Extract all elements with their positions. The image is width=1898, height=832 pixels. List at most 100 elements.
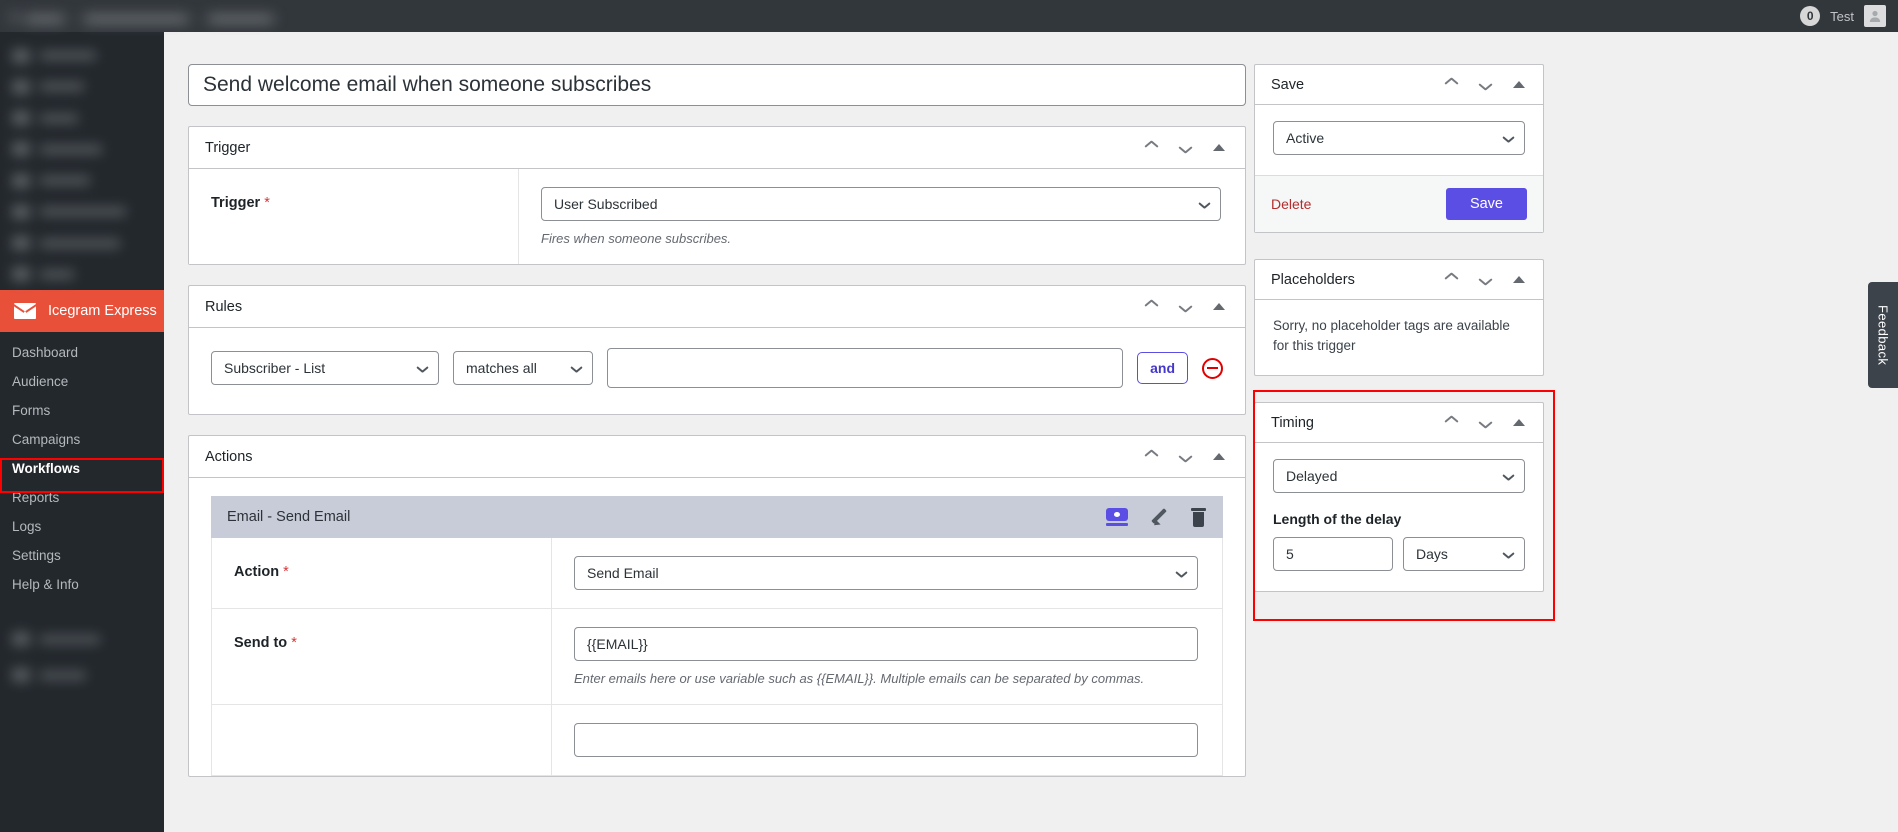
sidebar-item-help-info[interactable]: Help & Info bbox=[0, 570, 164, 599]
collapse-button[interactable] bbox=[1509, 270, 1529, 290]
chevron-down-icon bbox=[1479, 419, 1492, 427]
sidebar-item-logs[interactable]: Logs bbox=[0, 512, 164, 541]
rules-panel-header: Rules bbox=[189, 286, 1245, 328]
sidebar-brand-label: Icegram Express bbox=[48, 303, 157, 319]
screen-root: ● ▬▬▬ ▬▬▬▬▬▬▬▬ ▬▬▬▬▬ 0 Test Icegram Expr… bbox=[0, 0, 1898, 832]
collapse-triangle-icon bbox=[1513, 419, 1525, 427]
sidebar-brand-icegram-express[interactable]: Icegram Express bbox=[0, 290, 164, 332]
sidebar-ghost-item[interactable] bbox=[0, 71, 164, 102]
action-type-control: Send Email bbox=[552, 538, 1222, 608]
sidebar-ghost-item[interactable] bbox=[0, 165, 164, 196]
delay-unit-select[interactable]: Days bbox=[1403, 537, 1525, 572]
trigger-label-text: Trigger bbox=[211, 195, 261, 211]
admin-menu-blurred[interactable]: ▬▬▬▬▬ bbox=[208, 9, 273, 24]
admin-bar-username[interactable]: Test bbox=[1830, 9, 1854, 24]
actions-panel-controls bbox=[1141, 447, 1235, 467]
trigger-hint: Fires when someone subscribes. bbox=[541, 231, 732, 246]
sidebar-item-campaigns[interactable]: Campaigns bbox=[0, 425, 164, 454]
delete-workflow-link[interactable]: Delete bbox=[1271, 196, 1446, 212]
sidebar-item-reports[interactable]: Reports bbox=[0, 483, 164, 512]
collapse-button[interactable] bbox=[1209, 447, 1229, 467]
next-field-input[interactable] bbox=[574, 723, 1198, 757]
move-down-button[interactable] bbox=[1175, 447, 1195, 467]
move-up-button[interactable] bbox=[1141, 447, 1161, 467]
chevron-down-icon bbox=[1479, 276, 1492, 284]
action-type-select[interactable]: Send Email bbox=[574, 556, 1198, 590]
timing-panel-title: Timing bbox=[1271, 414, 1314, 431]
move-up-button[interactable] bbox=[1141, 138, 1161, 158]
sidebar-ghost-item[interactable] bbox=[0, 40, 164, 71]
trigger-select[interactable]: User Subscribed bbox=[541, 187, 1221, 221]
sidebar-menu: Dashboard Audience Forms Campaigns Workf… bbox=[0, 332, 164, 599]
move-down-button[interactable] bbox=[1475, 413, 1495, 433]
sidebar-ghost-item[interactable] bbox=[0, 621, 164, 657]
sidebar-item-dashboard[interactable]: Dashboard bbox=[0, 338, 164, 367]
move-up-button[interactable] bbox=[1441, 270, 1461, 290]
sidebar-ghost-item[interactable] bbox=[0, 134, 164, 165]
sidebar-ghost-item[interactable] bbox=[0, 196, 164, 227]
send-to-row: Send to * Enter emails here or use varia… bbox=[212, 609, 1222, 705]
save-button[interactable]: Save bbox=[1445, 188, 1527, 220]
sidebar-ghost-item[interactable] bbox=[0, 657, 164, 693]
chevron-down-icon bbox=[1179, 303, 1192, 311]
action-block-title: Email - Send Email bbox=[227, 509, 351, 525]
remove-circle-icon[interactable] bbox=[1202, 357, 1223, 379]
delay-amount-input[interactable] bbox=[1273, 537, 1393, 572]
workflow-side-column: Save Active Delete Save Placeholders Sor… bbox=[1254, 64, 1544, 618]
move-down-button[interactable] bbox=[1475, 75, 1495, 95]
eye-preview-icon[interactable] bbox=[1106, 508, 1128, 526]
placeholders-panel-controls bbox=[1441, 270, 1535, 290]
rule-field-select[interactable]: Subscriber - List bbox=[211, 351, 439, 385]
move-up-button[interactable] bbox=[1441, 413, 1461, 433]
collapse-button[interactable] bbox=[1209, 297, 1229, 317]
send-to-control: Enter emails here or use variable such a… bbox=[552, 609, 1222, 704]
sidebar-item-audience[interactable]: Audience bbox=[0, 367, 164, 396]
pencil-edit-icon[interactable] bbox=[1150, 508, 1168, 526]
move-down-button[interactable] bbox=[1175, 297, 1195, 317]
sidebar-item-workflows[interactable]: Workflows bbox=[0, 454, 164, 483]
rule-operator-select-wrap: matches all bbox=[453, 351, 593, 385]
rule-value-input[interactable] bbox=[607, 348, 1124, 388]
actions-panel: Actions Email - Send Email Action * Send… bbox=[188, 435, 1246, 777]
move-down-button[interactable] bbox=[1475, 270, 1495, 290]
comment-count-badge[interactable]: 0 bbox=[1800, 6, 1821, 26]
trigger-panel-title: Trigger bbox=[205, 139, 251, 156]
sidebar-blurred-bottom-menu bbox=[0, 621, 164, 693]
sidebar-ghost-item[interactable] bbox=[0, 103, 164, 134]
avatar[interactable] bbox=[1864, 5, 1886, 27]
sidebar-ghost-item[interactable] bbox=[0, 228, 164, 259]
user-avatar-icon bbox=[1869, 10, 1881, 22]
send-to-input[interactable] bbox=[574, 627, 1198, 661]
save-panel: Save Active Delete Save bbox=[1254, 64, 1544, 233]
move-up-button[interactable] bbox=[1441, 75, 1461, 95]
next-field-control bbox=[552, 705, 1222, 775]
workflow-status-select[interactable]: Active bbox=[1273, 121, 1525, 155]
collapse-button[interactable] bbox=[1509, 75, 1529, 95]
sidebar-item-forms[interactable]: Forms bbox=[0, 396, 164, 425]
feedback-tab[interactable]: Feedback bbox=[1868, 282, 1898, 388]
admin-bar-left-blurred: ● ▬▬▬ ▬▬▬▬▬▬▬▬ ▬▬▬▬▬ bbox=[0, 0, 273, 32]
trigger-field-label: Trigger * bbox=[189, 169, 519, 264]
wp-logo-blurred[interactable]: ● ▬▬▬ bbox=[10, 9, 64, 24]
sidebar-ghost-item[interactable] bbox=[0, 259, 164, 290]
move-down-button[interactable] bbox=[1175, 138, 1195, 158]
workflow-title-input[interactable] bbox=[188, 64, 1246, 106]
trash-delete-icon[interactable] bbox=[1190, 507, 1207, 527]
action-block-icons bbox=[1106, 507, 1207, 527]
delay-unit-select-wrap: Days bbox=[1403, 537, 1525, 572]
action-block-header: Email - Send Email bbox=[211, 496, 1223, 538]
next-field-label bbox=[212, 705, 552, 775]
rule-value-wrap bbox=[607, 348, 1124, 388]
add-and-condition-button[interactable]: and bbox=[1137, 352, 1188, 384]
site-name-blurred[interactable]: ▬▬▬▬▬▬▬▬ bbox=[84, 9, 188, 24]
move-up-button[interactable] bbox=[1141, 297, 1161, 317]
trigger-panel: Trigger Trigger * User Subscribed Fires … bbox=[188, 126, 1246, 265]
timing-mode-select[interactable]: Delayed bbox=[1273, 459, 1525, 494]
workflow-editor-column: Trigger Trigger * Us bbox=[188, 64, 1246, 777]
timing-panel-header: Timing bbox=[1255, 403, 1543, 444]
trigger-panel-header: Trigger bbox=[189, 127, 1245, 169]
collapse-button[interactable] bbox=[1209, 138, 1229, 158]
sidebar-item-settings[interactable]: Settings bbox=[0, 541, 164, 570]
collapse-button[interactable] bbox=[1509, 413, 1529, 433]
rule-operator-select[interactable]: matches all bbox=[453, 351, 593, 385]
